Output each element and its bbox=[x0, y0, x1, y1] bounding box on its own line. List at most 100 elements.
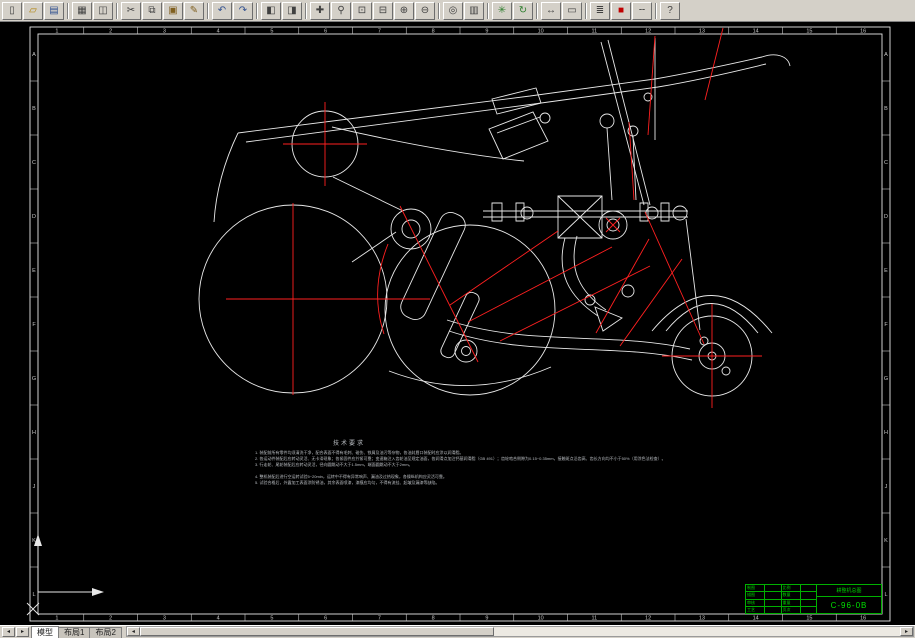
toolbar-separator bbox=[207, 3, 209, 19]
open-icon: ▱ bbox=[29, 6, 37, 16]
svg-text:6: 6 bbox=[324, 616, 327, 622]
layer-color-icon: ■ bbox=[618, 6, 624, 16]
svg-text:16: 16 bbox=[860, 29, 866, 35]
zoom-window-button[interactable]: ⊡ bbox=[352, 2, 372, 20]
tab-layout2[interactable]: 布局2 bbox=[89, 627, 121, 638]
svg-text:H: H bbox=[32, 430, 36, 436]
area-button[interactable]: ▭ bbox=[562, 2, 582, 20]
svg-text:8: 8 bbox=[432, 616, 435, 622]
svg-text:11: 11 bbox=[592, 29, 598, 35]
open-button[interactable]: ▱ bbox=[23, 2, 43, 20]
zoom-out-button[interactable]: ⊖ bbox=[415, 2, 435, 20]
svg-text:7: 7 bbox=[378, 616, 381, 622]
scrollbar-thumb[interactable] bbox=[140, 627, 494, 636]
cut-button[interactable]: ✂ bbox=[121, 2, 141, 20]
svg-text:3: 3 bbox=[163, 29, 166, 35]
aerial-view-button[interactable]: ◎ bbox=[443, 2, 463, 20]
toolbar-separator bbox=[536, 3, 538, 19]
zoom-realtime-icon: ⚲ bbox=[337, 6, 344, 16]
svg-text:12: 12 bbox=[645, 616, 651, 622]
svg-text:2: 2 bbox=[109, 29, 112, 35]
svg-text:12: 12 bbox=[645, 29, 651, 35]
pan-realtime-button[interactable]: ✚ bbox=[310, 2, 330, 20]
scroll-right-button[interactable]: ▸ bbox=[900, 627, 913, 636]
svg-text:E: E bbox=[32, 268, 36, 274]
titleblock-row: 工艺页次 bbox=[746, 607, 816, 613]
new-button[interactable]: ▯ bbox=[2, 2, 22, 20]
svg-text:10: 10 bbox=[538, 29, 544, 35]
toolbar-separator bbox=[116, 3, 118, 19]
save-button[interactable]: ▤ bbox=[44, 2, 64, 20]
svg-text:1: 1 bbox=[55, 29, 58, 35]
svg-text:8: 8 bbox=[432, 29, 435, 35]
redo-icon: ↷ bbox=[239, 6, 247, 16]
layout-tabs: 模型布局1布局2 bbox=[31, 626, 121, 638]
horizontal-scrollbar[interactable]: ◂ ▸ bbox=[126, 626, 914, 637]
title-block: 制图比例描图数量审核重量工艺页次 耕整机总图 C-96-0B bbox=[745, 584, 882, 614]
toolbar-separator bbox=[585, 3, 587, 19]
svg-text:L: L bbox=[884, 592, 887, 598]
drawing-viewport[interactable]: 1122334455667788991010111112121313141415… bbox=[0, 22, 915, 625]
titleblock-cell bbox=[765, 592, 782, 598]
svg-text:E: E bbox=[884, 268, 888, 274]
help-button[interactable]: ? bbox=[660, 2, 680, 20]
svg-text:D: D bbox=[32, 214, 36, 220]
zoom-realtime-button[interactable]: ⚲ bbox=[331, 2, 351, 20]
undo-button[interactable]: ↶ bbox=[212, 2, 232, 20]
zoom-in-button[interactable]: ⊕ bbox=[394, 2, 414, 20]
titleblock-cell bbox=[801, 585, 817, 591]
redo-button[interactable]: ↷ bbox=[233, 2, 253, 20]
copy-button[interactable]: ⧉ bbox=[142, 2, 162, 20]
insert-block-icon: ◧ bbox=[266, 6, 275, 16]
print-button[interactable]: ▦ bbox=[72, 2, 92, 20]
titleblock-row: 描图数量 bbox=[746, 592, 816, 599]
titleblock-cell bbox=[801, 600, 817, 606]
tab-model[interactable]: 模型 bbox=[31, 626, 59, 638]
svg-text:C: C bbox=[32, 160, 36, 166]
svg-text:G: G bbox=[884, 376, 888, 382]
layer-color-button[interactable]: ■ bbox=[611, 2, 631, 20]
tab-layout1[interactable]: 布局1 bbox=[58, 627, 90, 638]
distance-button[interactable]: ↔ bbox=[541, 2, 561, 20]
svg-text:A: A bbox=[884, 52, 888, 58]
scrollbar-track[interactable] bbox=[494, 627, 900, 636]
svg-text:G: G bbox=[32, 376, 36, 382]
titleblock-cell bbox=[801, 607, 817, 613]
named-views-button[interactable]: ▥ bbox=[464, 2, 484, 20]
svg-text:15: 15 bbox=[806, 616, 812, 622]
print-preview-button[interactable]: ◫ bbox=[93, 2, 113, 20]
tab-scroll-left-button[interactable]: ◂ bbox=[2, 627, 15, 637]
regen-icon: ↻ bbox=[519, 6, 527, 16]
make-block-button[interactable]: ◨ bbox=[282, 2, 302, 20]
zoom-out-icon: ⊖ bbox=[421, 6, 429, 16]
titleblock-row: 审核重量 bbox=[746, 600, 816, 607]
linetype-button[interactable]: ╌ bbox=[632, 2, 652, 20]
svg-text:D: D bbox=[884, 214, 888, 220]
titleblock-rows: 制图比例描图数量审核重量工艺页次 bbox=[746, 585, 817, 613]
svg-text:L: L bbox=[32, 592, 35, 598]
named-views-icon: ▥ bbox=[469, 6, 478, 16]
undo-icon: ↶ bbox=[218, 6, 226, 16]
match-properties-button[interactable]: ✎ bbox=[184, 2, 204, 20]
titleblock-cell: 数量 bbox=[782, 592, 801, 598]
zoom-previous-button[interactable]: ⊟ bbox=[373, 2, 393, 20]
insert-block-button[interactable]: ◧ bbox=[261, 2, 281, 20]
paste-button[interactable]: ▣ bbox=[163, 2, 183, 20]
regen-button[interactable]: ↻ bbox=[513, 2, 533, 20]
layers-button[interactable]: ≣ bbox=[590, 2, 610, 20]
drawing-canvas[interactable]: 1122334455667788991010111112121313141415… bbox=[0, 22, 915, 625]
tab-scroll-right-button[interactable]: ▸ bbox=[16, 627, 29, 637]
titleblock-row: 制图比例 bbox=[746, 585, 816, 592]
titleblock-cell bbox=[765, 607, 782, 613]
toolbar-separator bbox=[256, 3, 258, 19]
svg-text:B: B bbox=[884, 106, 888, 112]
copy-icon: ⧉ bbox=[148, 6, 155, 16]
svg-text:10: 10 bbox=[538, 616, 544, 622]
svg-text:6: 6 bbox=[324, 29, 327, 35]
layout-tabbar: ◂▸ 模型布局1布局2 ◂ ▸ bbox=[0, 625, 915, 638]
svg-text:13: 13 bbox=[699, 616, 705, 622]
print-preview-icon: ◫ bbox=[98, 6, 107, 16]
scroll-left-button[interactable]: ◂ bbox=[127, 627, 140, 636]
tab-nav: ◂▸ bbox=[2, 627, 29, 637]
redraw-button[interactable]: ✳ bbox=[492, 2, 512, 20]
